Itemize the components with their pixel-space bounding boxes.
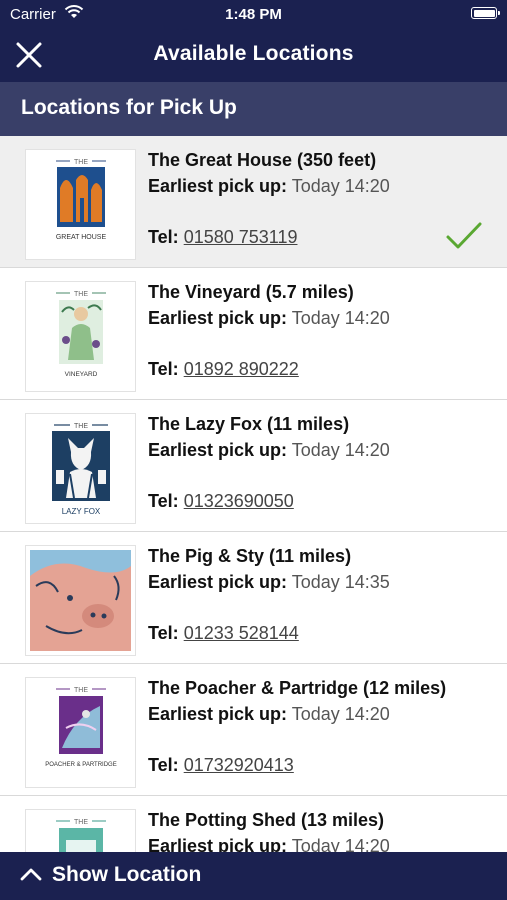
tel-link[interactable]: 01580 753119 (184, 227, 298, 247)
logo-top-text: THE (74, 159, 88, 166)
location-name: The Vineyard (5.7 miles) (148, 282, 354, 302)
location-logo: THE VINEYARD (25, 281, 136, 392)
tel-label: Tel: (148, 227, 179, 247)
location-logo: THE POACHER & PARTRIDGE (25, 677, 136, 788)
location-row[interactable]: THE GREAT HOUSE The Great House (350 fee… (0, 136, 507, 268)
pickup-label: Earliest pick up: (148, 704, 288, 724)
pickup-value: Today 14:20 (291, 836, 390, 852)
tel-link[interactable]: 01323690050 (184, 491, 294, 511)
tel-link[interactable]: 01732920413 (184, 755, 294, 775)
location-row[interactable]: THE The Potting Shed (13 miles) Earliest… (0, 796, 507, 852)
pickup-time: Earliest pick up: Today 14:20 (148, 704, 390, 725)
pickup-label: Earliest pick up: (148, 836, 288, 852)
location-logo: THE LAZY FOX (25, 413, 136, 524)
location-row[interactable]: THE LAZY FOX The Lazy Fox (11 miles) Ear… (0, 400, 507, 532)
show-location-button[interactable]: Show Location (0, 852, 507, 900)
pickup-label: Earliest pick up: (148, 308, 288, 328)
battery-icon (471, 7, 500, 19)
pickup-label: Earliest pick up: (148, 176, 288, 196)
tel-label: Tel: (148, 755, 179, 775)
telephone: Tel: 01233 528144 (148, 623, 299, 644)
nav-bar: Available Locations (0, 30, 507, 82)
pickup-value: Today 14:20 (291, 176, 390, 196)
tel-label: Tel: (148, 491, 179, 511)
location-logo: THE (25, 809, 136, 852)
location-row[interactable]: THE VINEYARD The Vineyard (5.7 miles) Ea… (0, 268, 507, 400)
logo-bottom-text: LAZY FOX (62, 507, 101, 516)
location-name: The Potting Shed (13 miles) (148, 810, 385, 830)
pickup-time: Earliest pick up: Today 14:20 (148, 308, 390, 329)
tel-link[interactable]: 01233 528144 (184, 623, 299, 643)
location-logo: THE GREAT HOUSE (25, 149, 136, 260)
logo-top-text: THE (74, 687, 88, 694)
location-row[interactable]: The Pig & Sty (11 miles) Earliest pick u… (0, 532, 507, 664)
location-logo (25, 545, 136, 656)
pickup-label: Earliest pick up: (148, 440, 288, 460)
tel-label: Tel: (148, 359, 179, 379)
pickup-value: Today 14:20 (291, 308, 390, 328)
section-header: Locations for Pick Up (0, 82, 507, 136)
pickup-time: Earliest pick up: Today 14:20 (148, 836, 390, 852)
logo-top-text: THE (74, 819, 88, 826)
logo-top-text: THE (74, 423, 88, 430)
pickup-value: Today 14:20 (291, 704, 390, 724)
pickup-time: Earliest pick up: Today 14:35 (148, 572, 390, 593)
status-bar: Carrier 1:48 PM (0, 0, 507, 30)
telephone: Tel: 01580 753119 (148, 227, 297, 248)
logo-top-text: THE (74, 291, 88, 298)
pickup-time: Earliest pick up: Today 14:20 (148, 440, 390, 461)
logo-bottom-text: GREAT HOUSE (56, 234, 107, 241)
location-name: The Pig & Sty (11 miles) (148, 546, 352, 566)
location-name: The Lazy Fox (11 miles) (148, 414, 350, 434)
location-name: The Poacher & Partridge (12 miles) (148, 678, 447, 698)
tel-label: Tel: (148, 623, 179, 643)
locations-list[interactable]: THE GREAT HOUSE The Great House (350 fee… (0, 136, 507, 852)
logo-bottom-text: VINEYARD (65, 371, 98, 378)
chevron-up-icon (20, 867, 42, 886)
show-location-label: Show Location (52, 863, 202, 886)
pickup-value: Today 14:35 (291, 572, 390, 592)
section-title: Locations for Pick Up (21, 96, 237, 119)
telephone: Tel: 01892 890222 (148, 359, 299, 380)
pickup-label: Earliest pick up: (148, 572, 288, 592)
page-title: Available Locations (153, 42, 354, 65)
checkmark-icon (445, 221, 483, 251)
status-time: 1:48 PM (225, 6, 282, 23)
location-name: The Great House (350 feet) (148, 150, 377, 170)
tel-link[interactable]: 01892 890222 (184, 359, 299, 379)
logo-bottom-text: POACHER & PARTRIDGE (45, 762, 116, 768)
telephone: Tel: 01323690050 (148, 491, 294, 512)
pickup-value: Today 14:20 (291, 440, 390, 460)
pickup-time: Earliest pick up: Today 14:20 (148, 176, 390, 197)
location-row[interactable]: THE POACHER & PARTRIDGE The Poacher & Pa… (0, 664, 507, 796)
telephone: Tel: 01732920413 (148, 755, 294, 776)
